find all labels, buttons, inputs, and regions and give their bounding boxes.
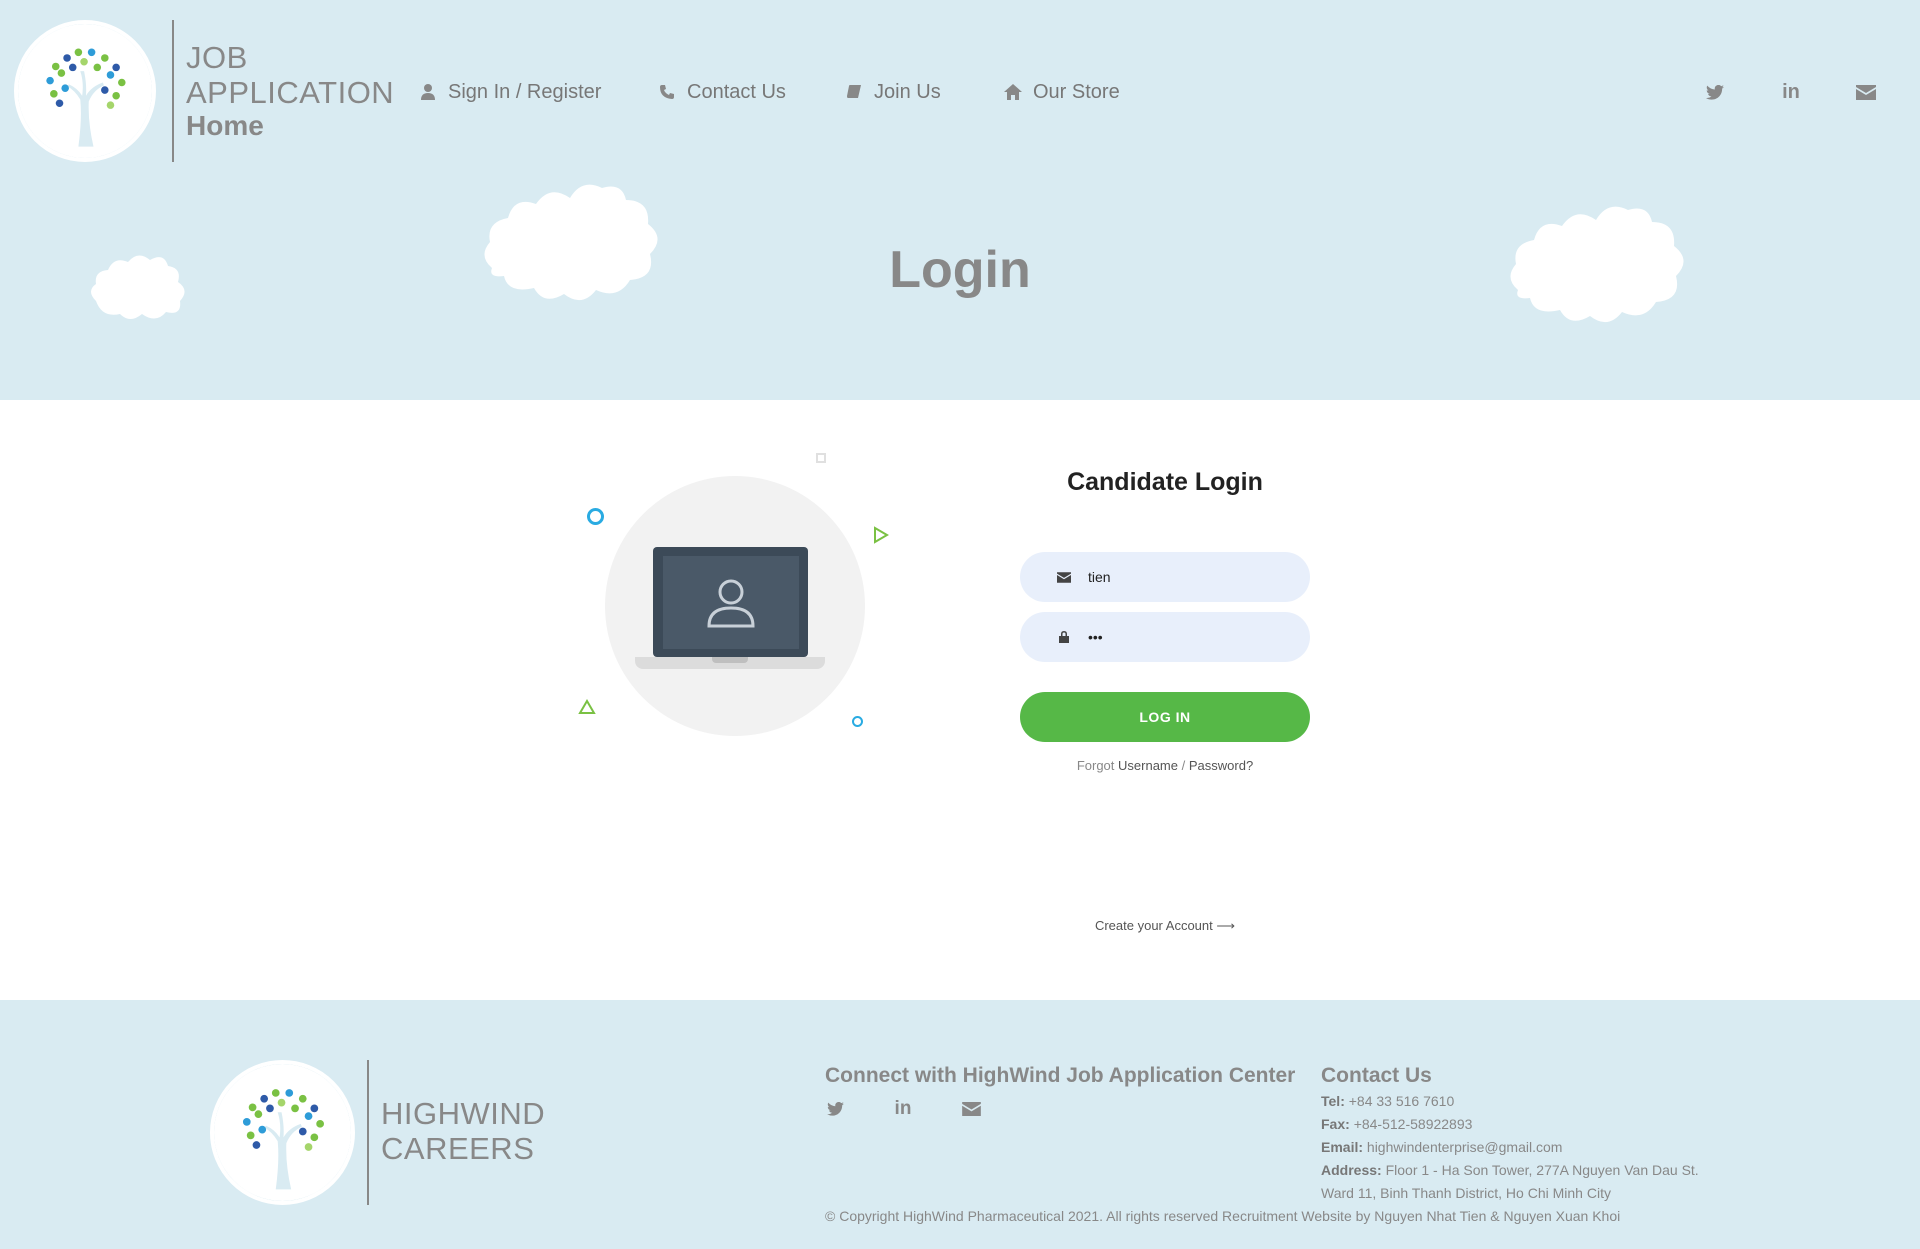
twitter-icon[interactable] xyxy=(824,1098,846,1120)
twitter-icon[interactable] xyxy=(1703,80,1727,104)
lock-icon xyxy=(1054,627,1074,647)
login-title: Candidate Login xyxy=(1067,468,1263,496)
tel-value[interactable]: +84 33 516 7610 xyxy=(1349,1093,1455,1109)
nav-join-us[interactable]: Join Us xyxy=(844,78,941,106)
laptop-notch xyxy=(712,657,748,663)
logo-divider xyxy=(172,20,174,162)
nav-label: Sign In / Register xyxy=(448,80,602,103)
play-triangle-decoration xyxy=(873,526,889,549)
nav-our-store[interactable]: Our Store xyxy=(1003,78,1120,106)
footer-brand-line-1: HIGHWIND xyxy=(381,1096,546,1131)
footer-tree-logo xyxy=(210,1060,355,1205)
footer-email: Email: highwindenterprise@gmail.com xyxy=(1321,1139,1562,1155)
home-link[interactable]: Home xyxy=(186,110,264,142)
password-field[interactable] xyxy=(1020,612,1310,662)
forgot-password-link[interactable]: Password? xyxy=(1189,758,1253,773)
envelope-icon[interactable] xyxy=(1854,80,1878,104)
envelope-icon[interactable] xyxy=(960,1098,982,1120)
ring-decoration xyxy=(587,508,604,525)
book-icon xyxy=(844,82,864,102)
user-avatar-icon xyxy=(703,574,759,630)
forgot-credentials: Forgot Username / Password? xyxy=(1020,758,1310,773)
create-account-link[interactable]: Create your Account ⟶ xyxy=(1020,918,1310,934)
footer-contact-title: Contact Us xyxy=(1321,1064,1432,1087)
tel-label: Tel: xyxy=(1321,1093,1345,1109)
envelope-icon xyxy=(1054,567,1074,587)
email-label: Email: xyxy=(1321,1139,1364,1155)
square-decoration xyxy=(816,453,826,463)
address-line-1: Floor 1 - Ha Son Tower, 277A Nguyen Van … xyxy=(1385,1162,1699,1178)
footer-address: Address: Floor 1 - Ha Son Tower, 277A Ng… xyxy=(1321,1162,1699,1178)
fax-value: +84-512-58922893 xyxy=(1353,1116,1473,1132)
ring-decoration xyxy=(852,716,863,727)
footer-brand: HIGHWIND CAREERS xyxy=(381,1096,545,1166)
forgot-prefix: Forgot xyxy=(1076,758,1115,773)
page-title: Login xyxy=(889,241,1031,299)
footer-brand-line-2: CAREERS xyxy=(381,1131,535,1166)
nav-label: Our Store xyxy=(1033,80,1120,103)
address-label: Address: xyxy=(1321,1162,1382,1178)
forgot-separator: / xyxy=(1181,758,1186,773)
brand-line-1: JOB xyxy=(186,40,248,75)
linkedin-text: in xyxy=(894,1098,912,1119)
username-input[interactable] xyxy=(1086,568,1290,586)
nav-label: Contact Us xyxy=(687,80,786,103)
nav-contact-us[interactable]: Contact Us xyxy=(657,78,786,106)
user-icon xyxy=(418,82,438,102)
triangle-decoration xyxy=(578,699,596,720)
password-input[interactable] xyxy=(1086,628,1290,646)
footer-tel: Tel: +84 33 516 7610 xyxy=(1321,1093,1454,1109)
email-value[interactable]: highwindenterprise@gmail.com xyxy=(1367,1139,1563,1155)
phone-icon xyxy=(657,82,677,102)
tree-logo[interactable] xyxy=(14,20,156,162)
brand-line-2: APPLICATION xyxy=(186,75,395,110)
main-content xyxy=(0,400,1920,1000)
forgot-username-link[interactable]: Username xyxy=(1118,758,1178,773)
copyright: © Copyright HighWind Pharmaceutical 2021… xyxy=(825,1208,1621,1224)
footer-address-line-2: Ward 11, Binh Thanh District, Ho Chi Min… xyxy=(1321,1185,1611,1201)
fax-label: Fax: xyxy=(1321,1116,1350,1132)
linkedin-icon[interactable]: in xyxy=(892,1098,914,1120)
linkedin-icon[interactable]: in xyxy=(1779,80,1803,104)
connect-title: Connect with HighWind Job Application Ce… xyxy=(825,1064,1296,1087)
nav-sign-in-register[interactable]: Sign In / Register xyxy=(418,78,601,106)
username-field[interactable] xyxy=(1020,552,1310,602)
footer-logo-divider xyxy=(367,1060,369,1205)
brand-title[interactable]: JOB APPLICATION xyxy=(186,40,394,110)
nav-label: Join Us xyxy=(874,80,941,103)
footer-fax: Fax: +84-512-58922893 xyxy=(1321,1116,1472,1132)
home-icon xyxy=(1003,82,1023,102)
linkedin-text: in xyxy=(1782,80,1800,103)
login-button[interactable]: LOG IN xyxy=(1020,692,1310,742)
